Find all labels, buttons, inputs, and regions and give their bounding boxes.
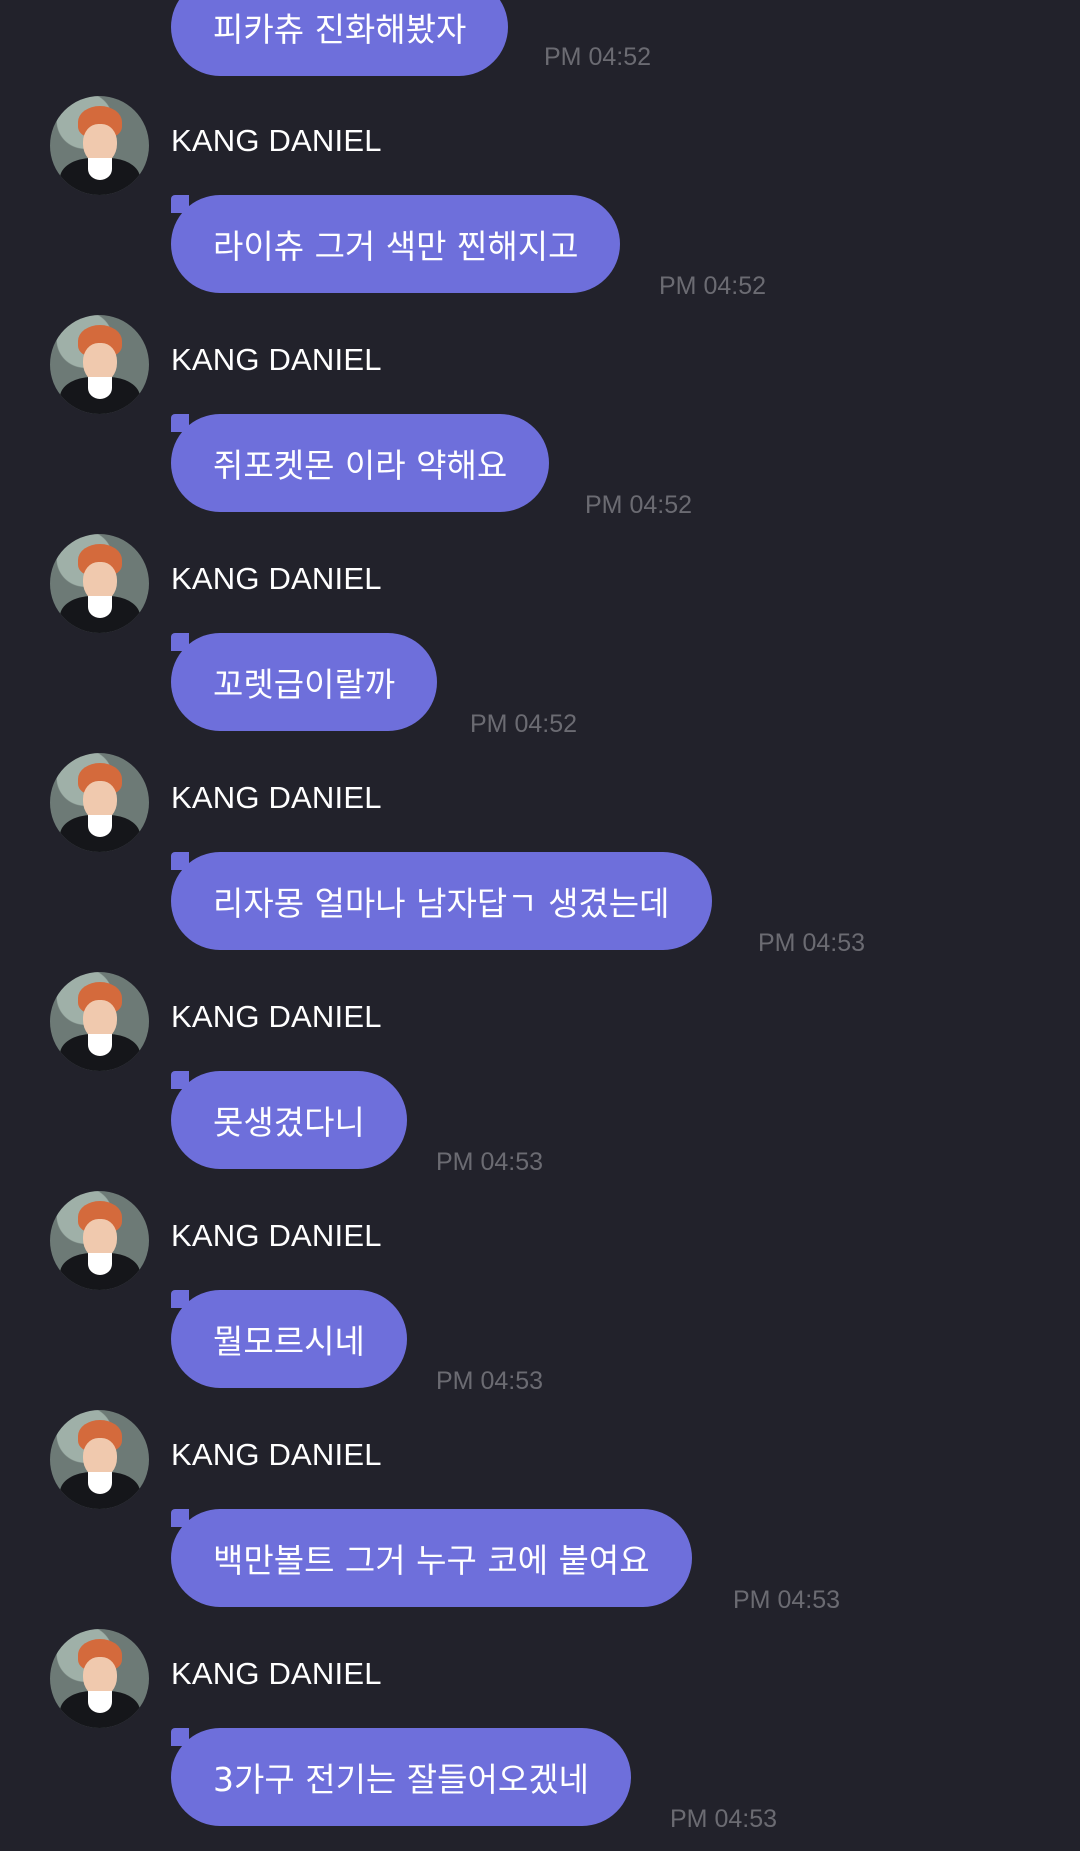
message-bubble[interactable]: 뭘모르시네 — [171, 1290, 407, 1388]
chat-thread[interactable]: 피카츄 진화해봤자 PM 04:52 KANG DANIEL 라이츄 그거 색만… — [0, 0, 1080, 1851]
chat-message: KANG DANIEL 3가구 전기는 잘들어오겠네 PM 04:53 — [0, 1629, 1080, 1848]
message-text: 3가구 전기는 잘들어오겠네 — [213, 1760, 589, 1799]
message-bubble[interactable]: 못생겼다니 — [171, 1071, 407, 1169]
chat-message: KANG DANIEL 뭘모르시네 PM 04:53 — [0, 1191, 1080, 1410]
chat-message: KANG DANIEL 꼬렛급이랄까 PM 04:52 — [0, 534, 1080, 753]
sender-avatar[interactable] — [50, 972, 149, 1071]
message-time: PM 04:53 — [670, 1805, 778, 1833]
message-bubble[interactable]: 쥐포켓몬 이라 약해요 — [171, 414, 550, 512]
message-text: 쥐포켓몬 이라 약해요 — [213, 446, 508, 485]
message-time: PM 04:53 — [733, 1586, 841, 1614]
message-text: 리자몽 얼마나 남자답ㄱ 생겼는데 — [213, 884, 670, 923]
chat-message: KANG DANIEL 리자몽 얼마나 남자답ㄱ 생겼는데 PM 04:53 — [0, 753, 1080, 972]
message-text: 라이츄 그거 색만 찐해지고 — [213, 227, 579, 266]
chat-message: KANG DANIEL 라이츄 그거 색만 찐해지고 PM 04:52 — [0, 96, 1080, 315]
sender-name: KANG DANIEL — [171, 561, 382, 596]
message-text: 못생겼다니 — [213, 1103, 365, 1142]
chat-message: KANG DANIEL 못생겼다니 PM 04:53 — [0, 972, 1080, 1191]
chat-message: KANG DANIEL 백만볼트 그거 누구 코에 붙여요 PM 04:53 — [0, 1410, 1080, 1629]
message-text: 백만볼트 그거 누구 코에 붙여요 — [213, 1541, 650, 1580]
message-bubble[interactable]: 백만볼트 그거 누구 코에 붙여요 — [171, 1509, 692, 1607]
message-time: PM 04:53 — [436, 1148, 544, 1176]
sender-name: KANG DANIEL — [171, 1656, 382, 1691]
message-text: 꼬렛급이랄까 — [213, 665, 396, 704]
message-time: PM 04:53 — [436, 1367, 544, 1395]
sender-avatar[interactable] — [50, 315, 149, 414]
chat-message: KANG DANIEL 쥐포켓몬 이라 약해요 PM 04:52 — [0, 315, 1080, 534]
message-bubble[interactable]: 피카츄 진화해봤자 — [171, 0, 509, 76]
message-time: PM 04:52 — [585, 491, 693, 519]
message-bubble[interactable]: 라이츄 그거 색만 찐해지고 — [171, 195, 621, 293]
sender-name: KANG DANIEL — [171, 1437, 382, 1472]
sender-name: KANG DANIEL — [171, 342, 382, 377]
message-bubble[interactable]: 3가구 전기는 잘들어오겠네 — [171, 1728, 631, 1826]
sender-name: KANG DANIEL — [171, 999, 382, 1034]
sender-name: KANG DANIEL — [171, 123, 382, 158]
sender-avatar[interactable] — [50, 753, 149, 852]
message-bubble[interactable]: 리자몽 얼마나 남자답ㄱ 생겼는데 — [171, 852, 712, 950]
message-text: 피카츄 진화해봤자 — [213, 10, 467, 49]
message-time: PM 04:52 — [544, 43, 652, 71]
sender-avatar[interactable] — [50, 96, 149, 195]
sender-name: KANG DANIEL — [171, 1218, 382, 1253]
sender-avatar[interactable] — [50, 534, 149, 633]
message-text: 뭘모르시네 — [213, 1322, 365, 1361]
message-time: PM 04:52 — [470, 710, 578, 738]
message-time: PM 04:53 — [758, 929, 866, 957]
sender-avatar[interactable] — [50, 1191, 149, 1290]
sender-name: KANG DANIEL — [171, 780, 382, 815]
sender-avatar[interactable] — [50, 1629, 149, 1728]
message-time: PM 04:52 — [659, 272, 767, 300]
message-bubble[interactable]: 꼬렛급이랄까 — [171, 633, 438, 731]
sender-avatar[interactable] — [50, 1410, 149, 1509]
